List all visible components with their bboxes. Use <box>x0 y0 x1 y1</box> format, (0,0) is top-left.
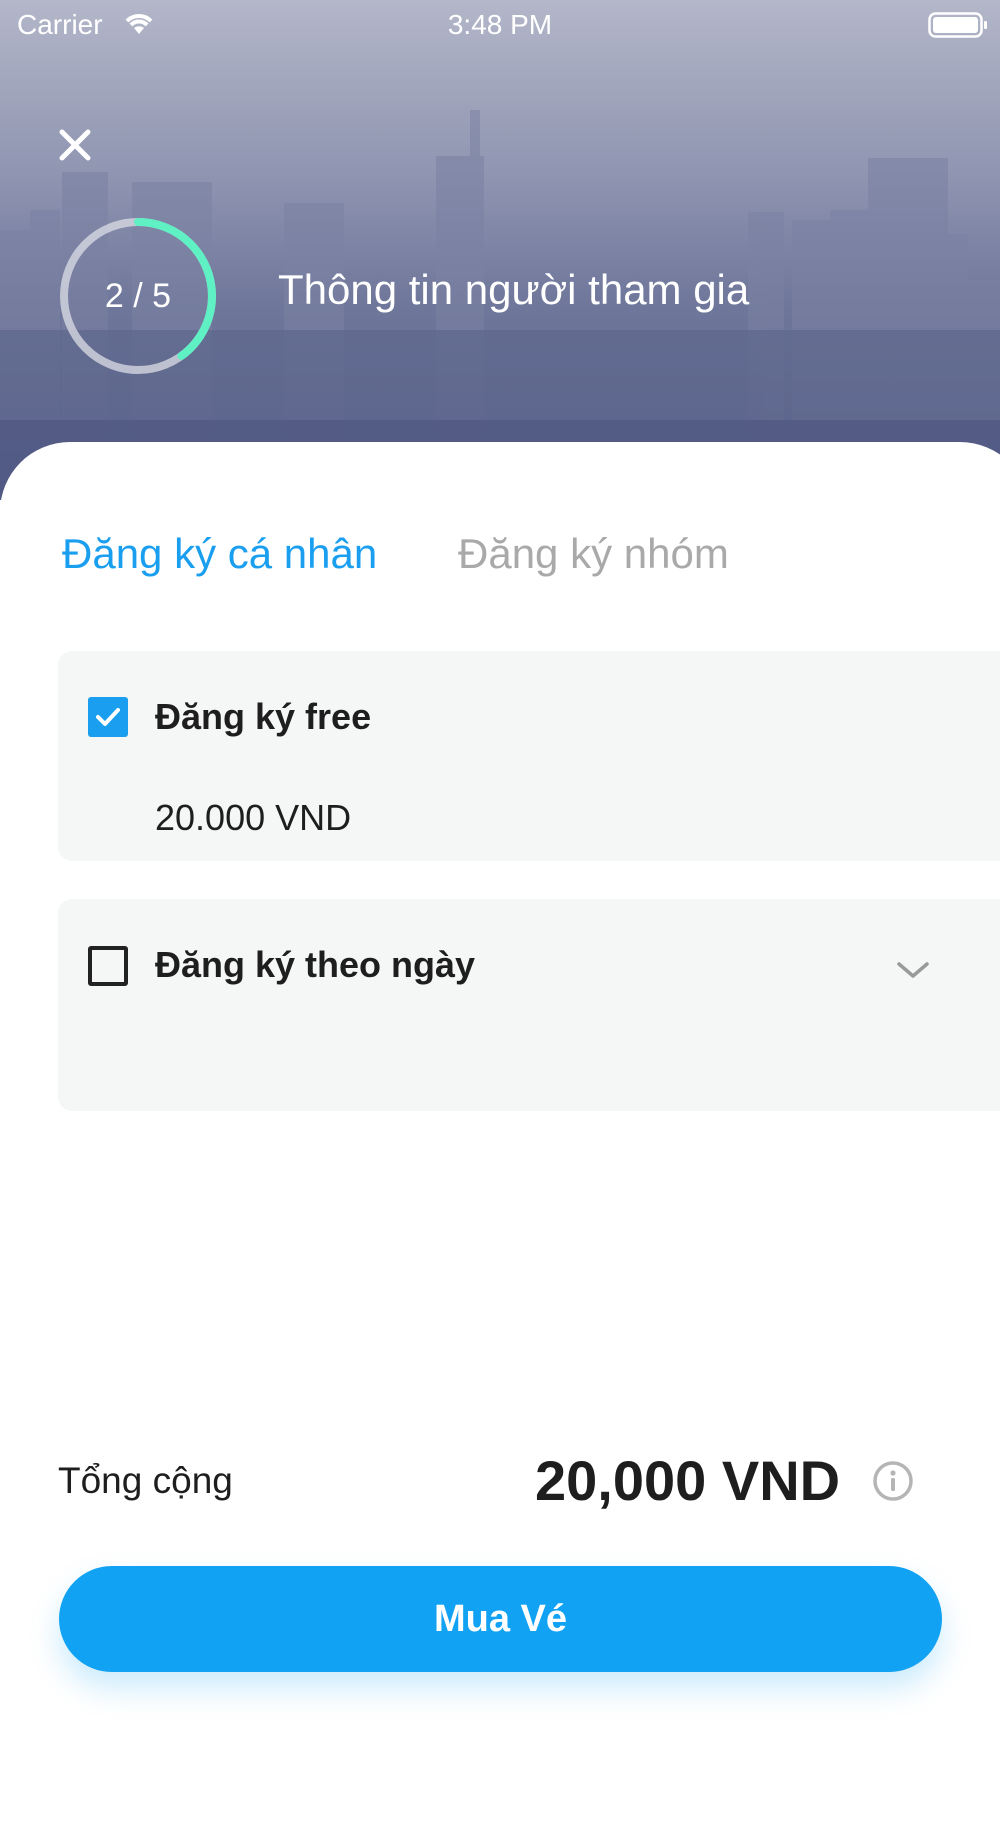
close-button[interactable] <box>52 122 98 168</box>
step-progress-label: 2 / 5 <box>104 276 172 315</box>
option-free-title: Đăng ký free <box>155 696 372 737</box>
total-value: 20,000 VND <box>535 1449 841 1512</box>
buy-ticket-button[interactable]: Mua Vé <box>59 1566 942 1672</box>
option-daily-checkbox[interactable] <box>88 946 128 986</box>
info-icon[interactable] <box>872 1460 914 1507</box>
total-label: Tổng cộng <box>58 1460 233 1501</box>
status-time: 3:48 PM <box>447 9 553 40</box>
page-title: Thông tin người tham gia <box>278 266 750 313</box>
close-icon <box>59 129 91 161</box>
option-free-price: 20.000 VND <box>155 797 352 838</box>
battery-icon <box>928 12 988 45</box>
checkmark-icon <box>96 708 120 726</box>
option-free-checkbox[interactable] <box>88 697 128 737</box>
tab-group[interactable]: Đăng ký nhóm <box>458 530 729 578</box>
tab-individual[interactable]: Đăng ký cá nhân <box>62 530 377 578</box>
chevron-down-icon[interactable] <box>896 960 930 985</box>
option-daily-title: Đăng ký theo ngày <box>155 944 476 985</box>
status-bar: Carrier 3:48 PM <box>0 0 1000 50</box>
option-card-daily[interactable] <box>58 899 1000 1111</box>
